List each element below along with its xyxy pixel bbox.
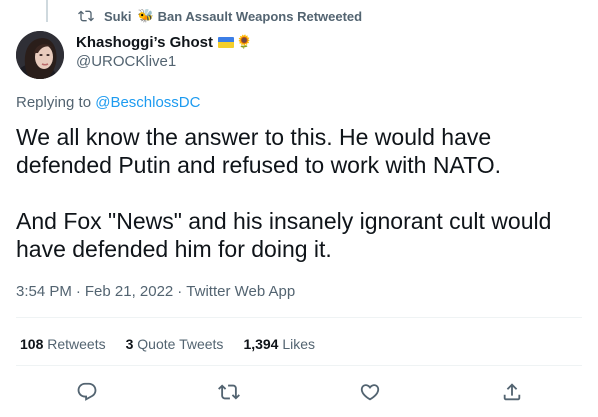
tweet-text: We all know the answer to this. He would…	[16, 123, 582, 263]
bee-icon: 🐝	[137, 8, 154, 23]
author-display-name[interactable]: Khashoggi’s Ghost	[76, 34, 213, 51]
divider	[16, 317, 582, 318]
retweets-label: Retweets	[47, 336, 106, 352]
tweet-author[interactable]: Khashoggi’s Ghost 🌻 @UROCKlive1	[76, 32, 252, 71]
author-name-row[interactable]: Khashoggi’s Ghost 🌻	[76, 32, 252, 52]
retweets-count: 108	[20, 336, 44, 352]
tweet-paragraph: And Fox "News" and his insanely ignorant…	[16, 208, 552, 262]
tweet-source[interactable]: Twitter Web App	[186, 283, 295, 300]
tweet-date[interactable]: Feb 21, 2022	[85, 283, 173, 300]
tweet-paragraph: We all know the answer to this. He would…	[16, 124, 501, 178]
reply-button[interactable]	[76, 381, 98, 403]
share-icon	[503, 383, 521, 401]
meta-separator: ·	[75, 283, 81, 300]
replying-to: Replying to @BeschlossDC	[16, 94, 200, 111]
reply-icon	[77, 382, 97, 401]
avatar[interactable]	[16, 31, 64, 79]
author-handle[interactable]: @UROCKlive1	[76, 53, 252, 70]
quote-tweets-count: 3	[125, 336, 134, 352]
reply-mention-link[interactable]: @BeschlossDC	[95, 94, 200, 111]
ukraine-flag-icon	[217, 36, 234, 48]
likes-stat[interactable]: 1,394 Likes	[243, 336, 315, 352]
retweet-context: Suki 🐝 Ban Assault Weapons Retweeted	[78, 6, 362, 26]
retweets-stat[interactable]: 108 Retweets	[20, 336, 106, 352]
meta-separator: ·	[177, 283, 183, 300]
tweet-time[interactable]: 3:54 PM	[16, 283, 72, 300]
share-button[interactable]	[501, 381, 523, 403]
replying-to-label: Replying to	[16, 94, 92, 111]
tweet-metadata: 3:54 PM · Feb 21, 2022 · Twitter Web App	[16, 283, 295, 300]
thread-connector-line	[46, 0, 48, 22]
divider	[16, 365, 582, 366]
quote-tweets-label: Quote Tweets	[137, 336, 224, 352]
sunflower-icon: 🌻	[235, 34, 253, 49]
tweet-actions-bar	[0, 381, 598, 407]
retweet-button[interactable]	[218, 381, 240, 403]
retweeter-name[interactable]: Suki	[104, 9, 131, 24]
retweet-icon	[218, 384, 240, 400]
retweet-label: Ban Assault Weapons Retweeted	[157, 8, 363, 24]
likes-count: 1,394	[243, 336, 279, 352]
likes-label: Likes	[282, 336, 316, 352]
retweet-icon	[78, 10, 94, 22]
like-button[interactable]	[359, 381, 381, 403]
quote-tweets-stat[interactable]: 3 Quote Tweets	[126, 336, 224, 352]
engagement-stats: 108 Retweets 3 Quote Tweets 1,394 Likes	[20, 336, 335, 352]
like-icon	[360, 384, 380, 401]
